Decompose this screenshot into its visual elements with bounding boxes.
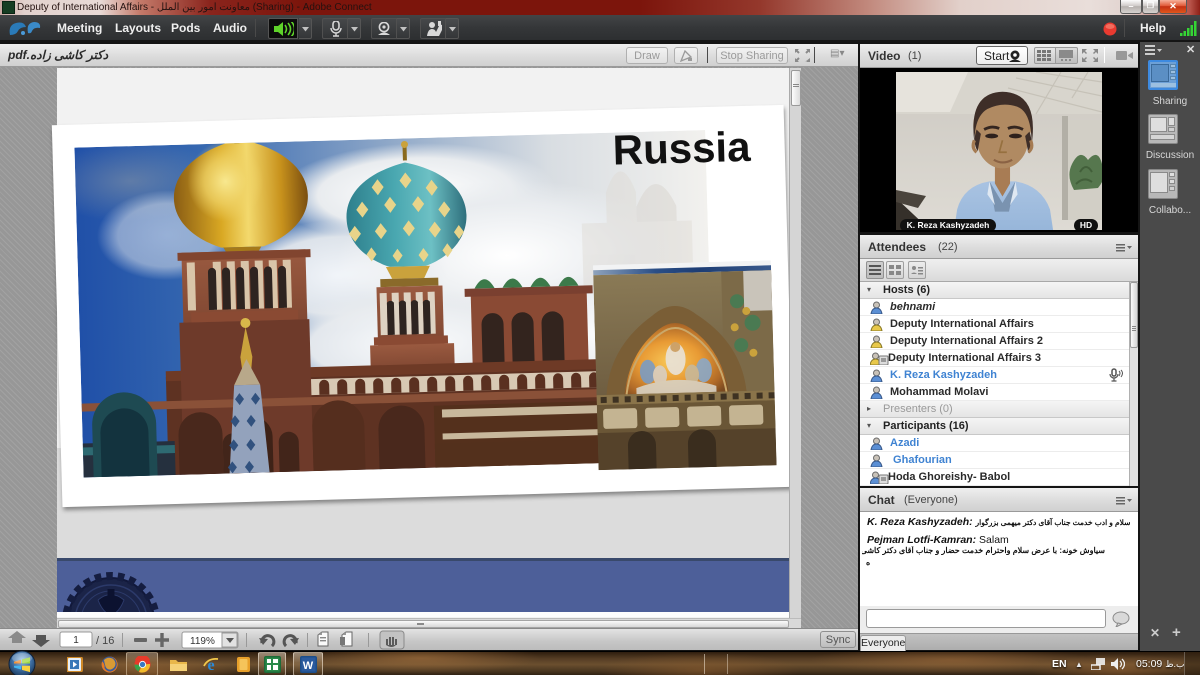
svg-text:119%: 119% <box>190 636 215 647</box>
svg-text:1: 1 <box>73 635 79 646</box>
svg-text:/ 16: / 16 <box>96 635 114 647</box>
svg-text:W: W <box>303 660 314 672</box>
